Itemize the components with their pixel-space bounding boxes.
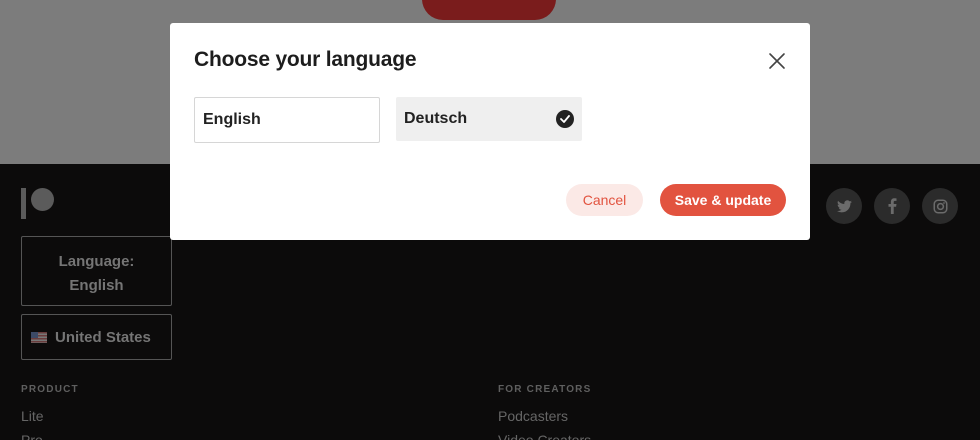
footer-language-selector: Language: English — [21, 236, 172, 306]
twitter-icon — [826, 188, 862, 224]
footer-link-video-creators: Video Creators — [498, 432, 592, 440]
footer-link-podcasters: Podcasters — [498, 408, 569, 424]
modal-title: Choose your language — [194, 48, 417, 71]
us-flag-icon — [31, 331, 47, 343]
footer-language-label: Language: — [58, 253, 135, 270]
language-option-english[interactable]: English — [194, 97, 380, 143]
footer-link-pro: Pro — [21, 432, 43, 440]
patreon-logo — [21, 188, 55, 220]
footer-link-lite: Lite — [21, 408, 44, 424]
footer-heading-for-creators: FOR CREATORS — [498, 384, 592, 395]
language-modal: Choose your language English Deutsch Can… — [170, 23, 810, 240]
footer-heading-product: PRODUCT — [21, 384, 79, 395]
save-update-button[interactable]: Save & update — [660, 184, 786, 216]
footer-country-label: United States — [55, 328, 151, 346]
checkmark-icon — [556, 110, 574, 128]
footer-language-value: English — [69, 277, 124, 294]
footer-country-selector: United States — [21, 314, 172, 360]
instagram-icon — [922, 188, 958, 224]
facebook-icon — [874, 188, 910, 224]
cancel-button[interactable]: Cancel — [566, 184, 643, 216]
language-option-label: Deutsch — [404, 110, 468, 127]
language-option-label: English — [203, 111, 261, 128]
language-option-deutsch[interactable]: Deutsch — [396, 97, 582, 141]
get-started-button: Get started — [422, 0, 556, 20]
close-icon[interactable] — [766, 50, 788, 72]
